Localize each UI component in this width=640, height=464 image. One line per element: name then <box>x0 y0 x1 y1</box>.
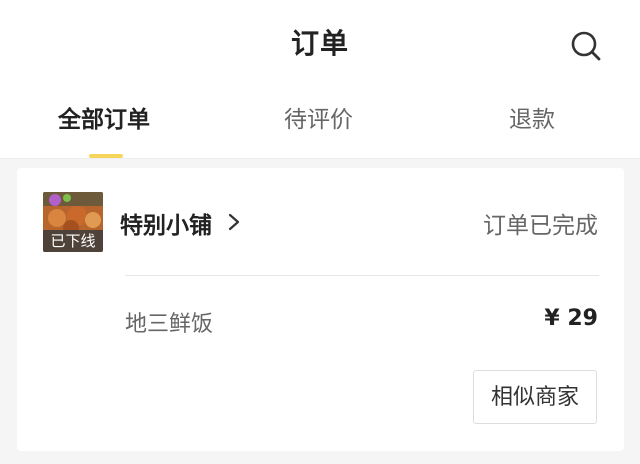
shop-name-link[interactable]: 特别小铺 <box>120 206 212 240</box>
order-card[interactable]: 已下线 特别小铺 订单已完成 地三鲜饭 ¥ 29 相似商家 <box>17 168 624 451</box>
chevron-right-icon[interactable] <box>227 212 241 232</box>
divider <box>125 275 599 276</box>
tab-label: 退款 <box>509 107 555 133</box>
order-tabs: 全部订单 待评价 退款 <box>0 100 640 158</box>
similar-shops-button[interactable]: 相似商家 <box>473 370 597 424</box>
shop-thumbnail[interactable]: 已下线 <box>43 192 103 252</box>
search-button[interactable] <box>566 26 606 66</box>
header-bar: 订单 全部订单 待评价 退款 <box>0 0 640 159</box>
search-icon <box>571 31 601 61</box>
order-price: ¥ 29 <box>544 306 598 331</box>
item-name: 地三鲜饭 <box>125 312 214 337</box>
tab-label: 全部订单 <box>58 107 150 133</box>
page-title: 订单 <box>290 27 349 60</box>
tab-all-orders[interactable]: 全部订单 <box>58 100 150 158</box>
tab-pending-review[interactable]: 待评价 <box>284 100 353 158</box>
offline-badge: 已下线 <box>43 230 103 252</box>
tab-refund[interactable]: 退款 <box>509 100 555 158</box>
order-status: 订单已完成 <box>483 213 598 239</box>
active-tab-indicator <box>89 154 123 158</box>
tab-label: 待评价 <box>284 107 353 133</box>
